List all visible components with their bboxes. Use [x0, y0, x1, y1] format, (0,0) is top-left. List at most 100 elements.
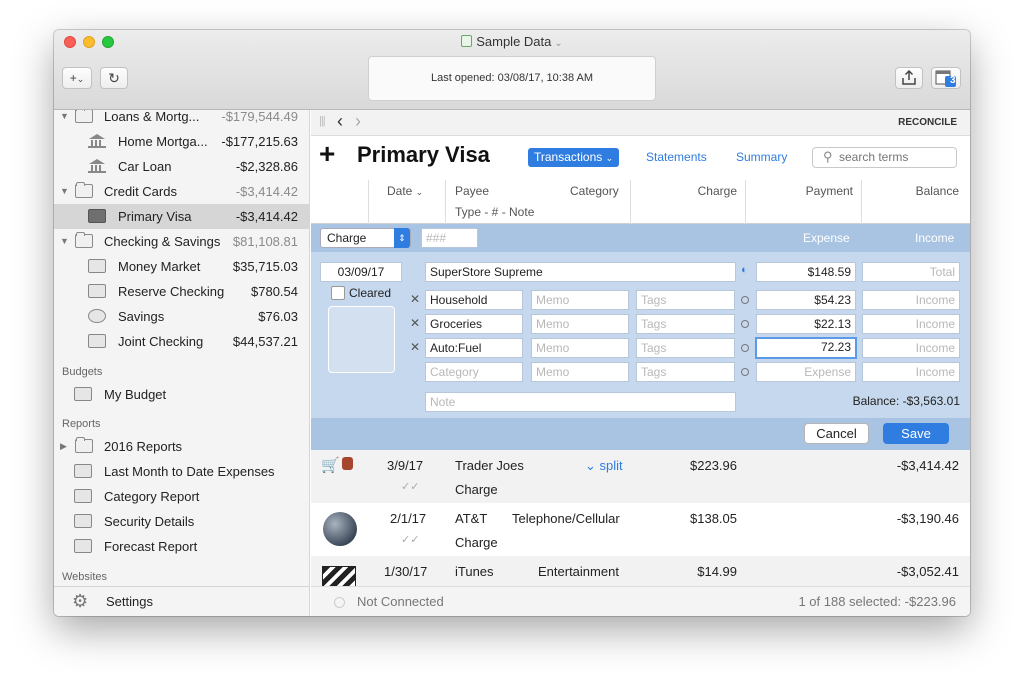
- split-status-icon[interactable]: [741, 320, 749, 328]
- cleared-checkbox[interactable]: [331, 286, 345, 300]
- remove-split-icon[interactable]: ✕: [410, 316, 420, 330]
- payee-field[interactable]: SuperStore Supreme: [425, 262, 736, 282]
- column-divider: [445, 180, 446, 224]
- sidebar-item-security-details[interactable]: Security Details: [54, 509, 309, 534]
- forward-button[interactable]: ›: [355, 111, 361, 132]
- split-status-icon[interactable]: [741, 344, 749, 352]
- sidebar-item-category-report[interactable]: Category Report: [54, 484, 309, 509]
- editor-type-bar: Charge ⇕ ### Expense Income: [311, 224, 970, 252]
- report-icon: [74, 464, 92, 478]
- save-button[interactable]: Save: [883, 423, 949, 444]
- split-income-field[interactable]: Income: [862, 314, 960, 334]
- remove-split-icon[interactable]: ✕: [410, 340, 420, 354]
- split-tags-field[interactable]: Tags: [636, 290, 735, 310]
- navigation-bar: ||| ‹ › RECONCILE: [311, 110, 970, 136]
- split-memo-field[interactable]: Memo: [531, 290, 629, 310]
- transaction-row[interactable]: 2/1/17 ✓✓ AT&T Telephone/Cellular Charge…: [311, 503, 970, 556]
- refresh-button[interactable]: ↻: [100, 67, 128, 89]
- sidebar-item-car-loan[interactable]: Car Loan -$2,328.86: [54, 154, 309, 179]
- disclosure-down-icon[interactable]: ▼: [60, 229, 69, 254]
- calendar-button[interactable]: 3: [931, 67, 961, 89]
- split-expense-field[interactable]: $22.13: [756, 314, 856, 334]
- account-header: + Primary Visa Transactions ⌄ Statements…: [311, 136, 970, 180]
- split-income-field[interactable]: Income: [862, 338, 960, 358]
- sidebar-item-my-budget[interactable]: My Budget: [54, 382, 309, 407]
- column-divider: [745, 180, 746, 224]
- transaction-row[interactable]: 1/30/17 iTunes Entertainment $14.99 -$3,…: [311, 556, 970, 586]
- tab-transactions[interactable]: Transactions ⌄: [528, 148, 620, 167]
- add-transaction-button[interactable]: +: [319, 138, 335, 170]
- cleared-label: Cleared: [349, 286, 392, 300]
- column-balance[interactable]: Balance: [916, 184, 959, 198]
- sidebar-group-loans[interactable]: ▼ Loans & Mortg... -$179,544.49: [54, 110, 309, 129]
- column-category[interactable]: Category: [570, 184, 619, 198]
- new-split-memo-field[interactable]: Memo: [531, 362, 629, 382]
- split-income-field[interactable]: Income: [862, 290, 960, 310]
- sidebar-item-primary-visa[interactable]: Primary Visa -$3,414.42: [54, 204, 309, 229]
- disclosure-right-icon[interactable]: ▶: [60, 434, 67, 459]
- date-field[interactable]: 03/09/17: [320, 262, 402, 282]
- total-expense-field[interactable]: $148.59: [756, 262, 856, 282]
- split-toggle[interactable]: ⌄ split: [585, 458, 623, 474]
- split-status-icon[interactable]: [741, 368, 749, 376]
- new-split-income-field[interactable]: Income: [862, 362, 960, 382]
- column-charge[interactable]: Charge: [698, 184, 737, 198]
- note-field[interactable]: Note: [425, 392, 736, 412]
- split-expense-field[interactable]: $54.23: [756, 290, 856, 310]
- total-income-field[interactable]: Total: [862, 262, 960, 282]
- disclosure-down-icon[interactable]: ▼: [60, 110, 69, 129]
- split-state-icon[interactable]: ◐: [741, 264, 748, 276]
- back-button[interactable]: ‹: [337, 111, 343, 132]
- last-opened-status: Last opened: 03/08/17, 10:38 AM: [368, 56, 656, 101]
- chevron-down-icon: ⌄: [605, 153, 614, 163]
- search-input[interactable]: [839, 150, 949, 164]
- report-icon: [74, 539, 92, 553]
- split-category-field[interactable]: Auto:Fuel: [425, 338, 523, 358]
- drag-handle-icon[interactable]: |||: [319, 115, 326, 127]
- split-status-icon[interactable]: [741, 296, 749, 304]
- check-number-field[interactable]: ###: [421, 228, 478, 248]
- transaction-type-select[interactable]: Charge ⇕: [320, 228, 411, 248]
- column-payment[interactable]: Payment: [806, 184, 853, 198]
- sidebar-item-home-mortgage[interactable]: Home Mortga... -$177,215.63: [54, 129, 309, 154]
- split-category-field[interactable]: Groceries: [425, 314, 523, 334]
- split-category-field[interactable]: Household: [425, 290, 523, 310]
- window-title[interactable]: Sample Data ⌄: [54, 34, 970, 49]
- chart-icon: [74, 514, 92, 528]
- sidebar-item-joint-checking[interactable]: Joint Checking $44,537.21: [54, 329, 309, 354]
- tab-summary[interactable]: Summary: [736, 150, 787, 164]
- transaction-row[interactable]: 🛒 3/9/17 ✓✓ Trader Joes ⌄ split Charge $…: [311, 450, 970, 503]
- split-expense-field[interactable]: 72.23: [755, 337, 857, 359]
- split-memo-field[interactable]: Memo: [531, 314, 629, 334]
- remove-split-icon[interactable]: ✕: [410, 292, 420, 306]
- sidebar-item-forecast-report[interactable]: Forecast Report: [54, 534, 309, 559]
- disclosure-down-icon[interactable]: ▼: [60, 179, 69, 204]
- split-memo-field[interactable]: Memo: [531, 338, 629, 358]
- sidebar-group-credit-cards[interactable]: ▼ Credit Cards -$3,414.42: [54, 179, 309, 204]
- sidebar-item-money-market[interactable]: Money Market $35,715.03: [54, 254, 309, 279]
- receipt-drop-area[interactable]: [328, 306, 395, 373]
- settings-button[interactable]: ⚙ Settings: [54, 586, 309, 616]
- new-split-category-field[interactable]: Category: [425, 362, 523, 382]
- tab-statements[interactable]: Statements: [646, 150, 707, 164]
- column-header: Date ⌄ Payee Category Type - # - Note Ch…: [311, 180, 970, 224]
- sidebar-group-checking-savings[interactable]: ▼ Checking & Savings $81,108.81: [54, 229, 309, 254]
- folder-icon: [75, 110, 93, 123]
- sidebar-item-last-month-report[interactable]: Last Month to Date Expenses: [54, 459, 309, 484]
- cleared-check-icon: ✓✓: [401, 481, 420, 493]
- column-payee[interactable]: Payee: [455, 184, 489, 198]
- sidebar-group-2016-reports[interactable]: ▶ 2016 Reports: [54, 434, 309, 459]
- new-split-tags-field[interactable]: Tags: [636, 362, 735, 382]
- new-split-expense-field[interactable]: Expense: [756, 362, 856, 382]
- column-date[interactable]: Date ⌄: [387, 184, 423, 198]
- sidebar-item-reserve-checking[interactable]: Reserve Checking $780.54: [54, 279, 309, 304]
- add-menu-button[interactable]: +⌄: [62, 67, 92, 89]
- share-button[interactable]: [895, 67, 923, 89]
- search-field[interactable]: ⚲: [812, 147, 957, 168]
- cancel-button[interactable]: Cancel: [804, 423, 869, 444]
- split-tags-field[interactable]: Tags: [636, 314, 735, 334]
- split-tags-field[interactable]: Tags: [636, 338, 735, 358]
- select-stepper-icon: ⇕: [394, 228, 410, 248]
- sidebar-item-savings[interactable]: Savings $76.03: [54, 304, 309, 329]
- reconcile-button[interactable]: RECONCILE: [898, 117, 957, 128]
